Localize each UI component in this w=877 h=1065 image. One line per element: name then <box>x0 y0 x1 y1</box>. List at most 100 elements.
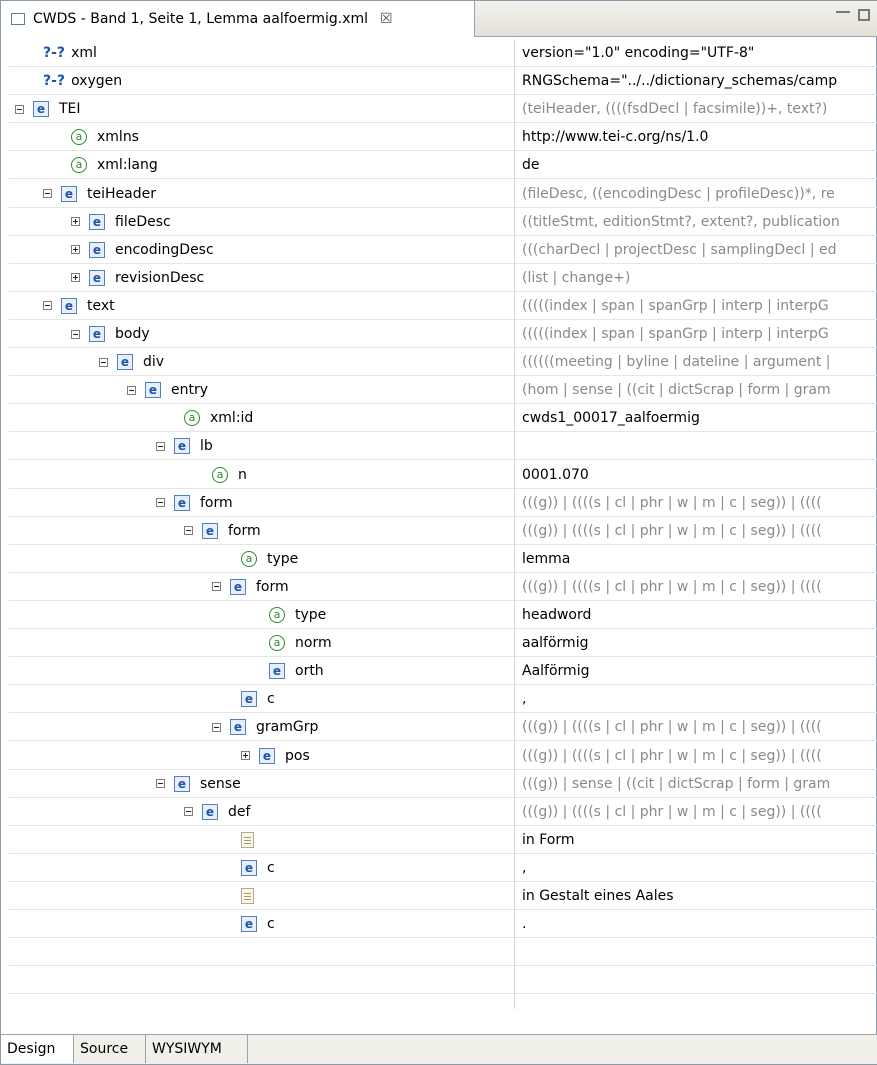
tab-source[interactable]: Source <box>74 1035 146 1063</box>
element-icon: e <box>61 185 77 202</box>
tree-row[interactable]: e entry (hom | sense | ((cit | dictScrap |… <box>9 376 877 405</box>
tree-row[interactable]: e pos (((g)) | ((((s | cl | phr | w | m | … <box>9 742 877 770</box>
tree-row[interactable]: e form (((g)) | ((((s | cl | phr | w | m |… <box>9 517 877 545</box>
node-value-cell[interactable]: ((((((meeting | byline | dateline | argu… <box>522 348 877 376</box>
tree-row[interactable]: a n 0001.070 <box>9 461 877 489</box>
tree-row[interactable]: a norm aalförmig <box>9 629 877 658</box>
node-label: text <box>87 297 115 314</box>
node-value-cell[interactable]: (fileDesc, ((encodingDesc | profileDesc)… <box>522 180 877 208</box>
tree-row[interactable]: a xml:id cwds1_00017_aalfoermig <box>9 404 877 433</box>
node-value-cell[interactable]: in Gestalt eines Aales <box>522 882 877 910</box>
node-value-cell[interactable]: (((((index | span | spanGrp | interp | i… <box>522 320 877 348</box>
node-value-cell[interactable]: Aalförmig <box>522 657 877 685</box>
expand-icon[interactable] <box>71 217 80 227</box>
tree-row[interactable]: in Gestalt eines Aales <box>9 882 877 910</box>
node-value-cell[interactable]: de <box>522 151 877 179</box>
node-value-cell[interactable]: . <box>522 910 877 938</box>
collapse-icon[interactable] <box>99 357 108 367</box>
node-label: form <box>256 578 289 595</box>
node-value-cell[interactable]: (list | change+) <box>522 264 877 292</box>
collapse-icon[interactable] <box>156 779 165 789</box>
collapse-icon[interactable] <box>156 498 165 508</box>
tree-row[interactable]: ec, <box>9 685 877 714</box>
node-value-cell[interactable]: (((g)) | sense | ((cit | dictScrap | for… <box>522 770 877 798</box>
processing-instruction-icon: ?-? <box>43 45 66 61</box>
node-name-cell: e entry <box>127 376 208 404</box>
collapse-icon[interactable] <box>212 722 221 732</box>
collapse-icon[interactable] <box>43 189 52 198</box>
tree-row[interactable]: ec. <box>9 910 877 939</box>
tree-row[interactable]: e sense (((g)) | sense | ((cit | dictScrap… <box>9 770 877 798</box>
node-value-cell[interactable] <box>522 432 877 460</box>
tree-row[interactable]: e body (((((index | span | spanGrp | inter… <box>9 320 877 348</box>
node-value-cell[interactable]: (((g)) | ((((s | cl | phr | w | m | c | … <box>522 713 877 741</box>
node-label: norm <box>295 635 332 652</box>
collapse-icon[interactable] <box>15 104 24 114</box>
node-value-cell[interactable]: cwds1_00017_aalfoermig <box>522 404 877 432</box>
tree-row[interactable]: e def (((g)) | ((((s | cl | phr | w | m | … <box>9 798 877 826</box>
node-value-cell[interactable]: (((((index | span | spanGrp | interp | i… <box>522 292 877 320</box>
tree-row[interactable]: e orth Aalförmig <box>9 657 877 686</box>
tree-row[interactable]: e TEI (teiHeader, ((((fsdDecl | facsimile)… <box>9 95 877 124</box>
node-name-cell: a type <box>241 545 298 573</box>
tree-row[interactable]: e revisionDesc (list | change+) <box>9 264 877 292</box>
tree-row[interactable]: e fileDesc ((titleStmt, editionStmt?, exte… <box>9 208 877 236</box>
tab-design[interactable]: Design <box>1 1035 74 1063</box>
node-value-cell[interactable]: (((g)) | ((((s | cl | phr | w | m | c | … <box>522 489 877 517</box>
tree-row[interactable]: e form (((g)) | ((((s | cl | phr | w | m |… <box>9 489 877 517</box>
node-value-cell[interactable]: (((charDecl | projectDesc | samplingDecl… <box>522 236 877 264</box>
tree-row[interactable]: a type lemma <box>9 545 877 573</box>
node-value-cell[interactable]: (((g)) | ((((s | cl | phr | w | m | c | … <box>522 573 877 601</box>
node-value-cell[interactable]: http://www.tei-c.org/ns/1.0 <box>522 123 877 151</box>
window-controls <box>836 9 870 21</box>
tree-row[interactable]: a type headword <box>9 601 877 629</box>
tree-row[interactable]: in Form <box>9 826 877 854</box>
tree-row[interactable]: e encodingDesc (((charDecl | projectDesc |… <box>9 236 877 264</box>
node-value-cell[interactable]: RNGSchema="../../dictionary_schemas/camp <box>522 67 877 95</box>
collapse-icon[interactable] <box>43 301 52 311</box>
node-value-cell[interactable]: , <box>522 685 877 713</box>
tree-row[interactable]: e text (((((index | span | spanGrp | inter… <box>9 292 877 320</box>
node-value-cell[interactable]: in Form <box>522 826 877 854</box>
collapse-icon[interactable] <box>212 582 221 592</box>
editor-tab[interactable]: CWDS - Band 1, Seite 1, Lemma aalfoermig… <box>1 1 475 37</box>
node-value-cell[interactable]: headword <box>522 601 877 629</box>
node-value-cell[interactable]: (teiHeader, ((((fsdDecl | facsimile))+, … <box>522 95 877 123</box>
collapse-icon[interactable] <box>156 441 165 451</box>
minimize-icon[interactable] <box>836 11 850 21</box>
element-icon: e <box>241 691 257 708</box>
node-value-cell[interactable]: , <box>522 854 877 882</box>
tree-row[interactable]: a xmlns http://www.tei-c.org/ns/1.0 <box>9 123 877 152</box>
node-value-cell[interactable]: aalförmig <box>522 629 877 657</box>
node-value-cell[interactable]: version="1.0" encoding="UTF-8" <box>522 39 877 67</box>
node-name-cell: a xmlns <box>71 123 139 151</box>
node-value-cell[interactable]: ((titleStmt, editionStmt?, extent?, publ… <box>522 208 877 236</box>
tree-row[interactable]: e teiHeader (fileDesc, ((encodingDesc | pr… <box>9 180 877 208</box>
tree-row[interactable]: ?-? oxygen RNGSchema="../../dictionary_sch… <box>9 67 877 96</box>
node-value-cell[interactable]: (hom | sense | ((cit | dictScrap | form … <box>522 376 877 404</box>
expand-icon[interactable] <box>241 751 250 760</box>
collapse-icon[interactable] <box>184 526 193 536</box>
tree-row[interactable]: e div ((((((meeting | byline | dateline | … <box>9 348 877 377</box>
maximize-icon[interactable] <box>858 9 870 21</box>
empty-row <box>9 966 877 995</box>
collapse-icon[interactable] <box>127 385 136 395</box>
expand-icon[interactable] <box>71 273 80 283</box>
collapse-icon[interactable] <box>71 329 80 339</box>
node-value-cell[interactable]: 0001.070 <box>522 461 877 489</box>
node-value-cell[interactable]: lemma <box>522 545 877 573</box>
tree-row[interactable]: e gramGrp (((g)) | ((((s | cl | phr | w | … <box>9 713 877 742</box>
expand-icon[interactable] <box>71 245 80 255</box>
node-value-cell[interactable]: (((g)) | ((((s | cl | phr | w | m | c | … <box>522 517 877 545</box>
tree-row[interactable]: ?-? xml version="1.0" encoding="UTF-8" <box>9 39 877 67</box>
node-value-cell[interactable]: (((g)) | ((((s | cl | phr | w | m | c | … <box>522 798 877 826</box>
tree-row[interactable]: e form (((g)) | ((((s | cl | phr | w | m |… <box>9 573 877 601</box>
close-tab-icon[interactable]: ☒ <box>380 11 393 27</box>
collapse-icon[interactable] <box>184 807 193 817</box>
tree-row[interactable]: a xml:lang de <box>9 151 877 180</box>
tree-row[interactable]: ec, <box>9 854 877 882</box>
node-value-cell[interactable]: (((g)) | ((((s | cl | phr | w | m | c | … <box>522 742 877 770</box>
tree-row[interactable]: e lb <box>9 432 877 461</box>
element-icon: e <box>202 803 218 820</box>
tab-wysiwym[interactable]: WYSIWYM <box>146 1035 248 1063</box>
